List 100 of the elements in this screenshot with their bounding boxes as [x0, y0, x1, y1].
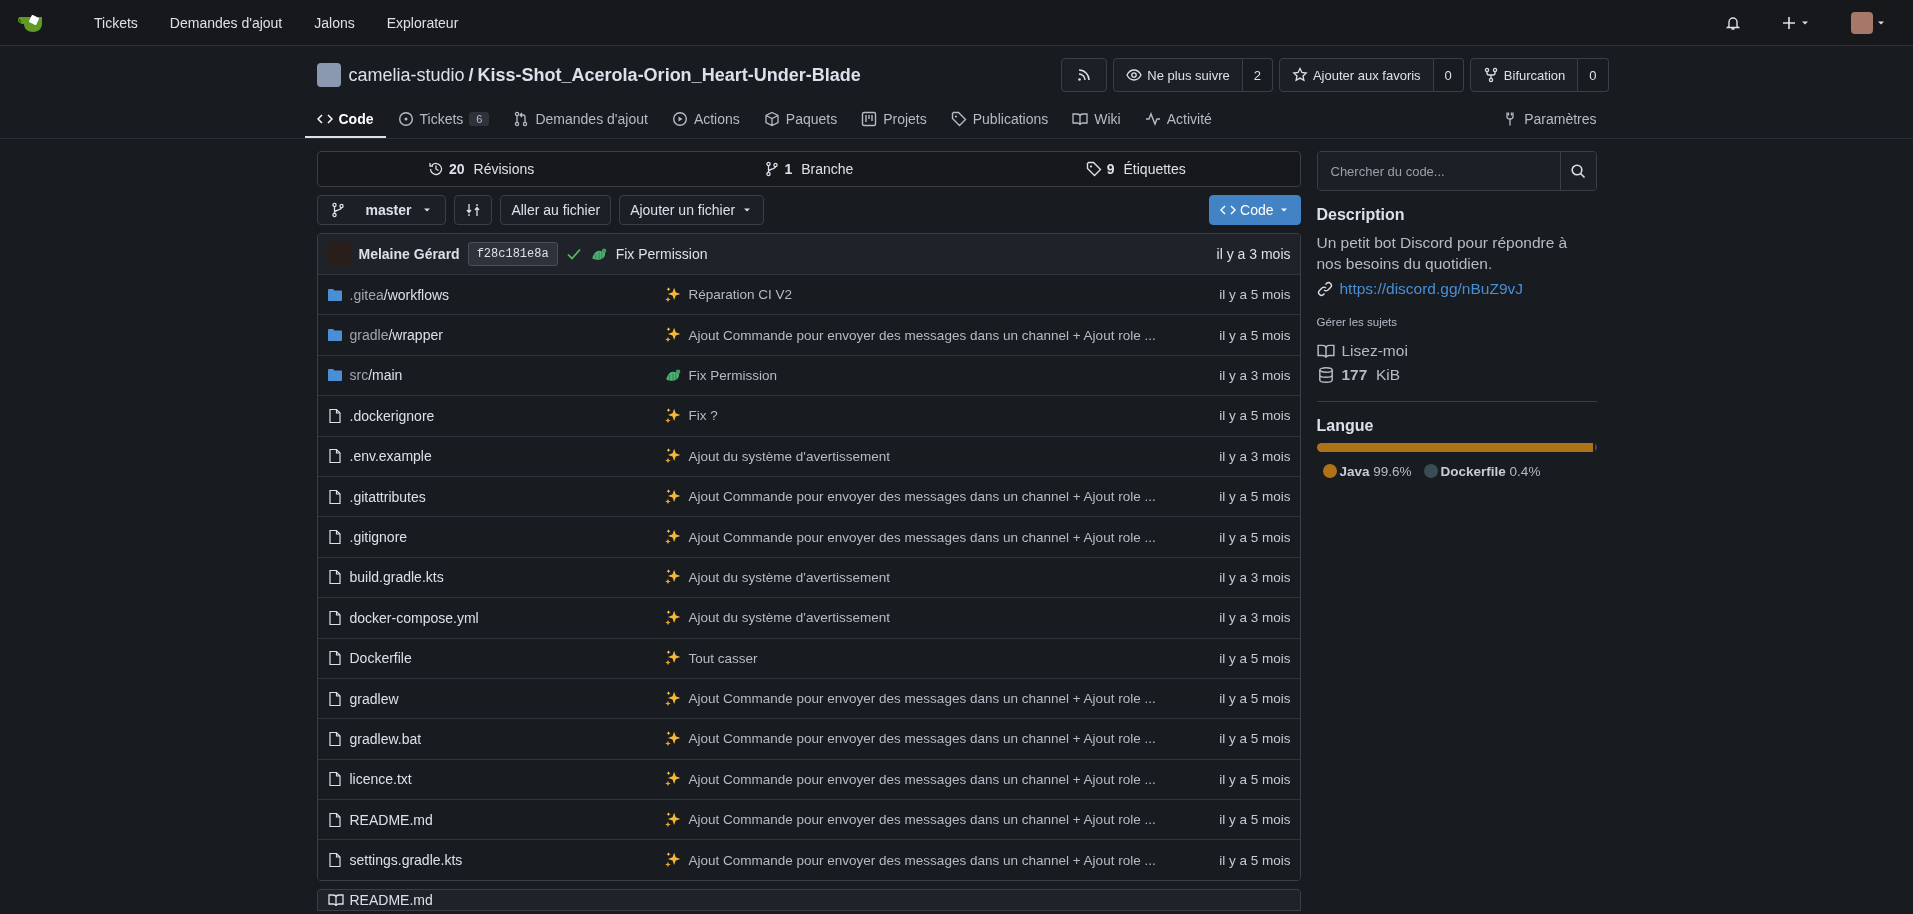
- language-name[interactable]: Java 99.6%: [1339, 463, 1412, 479]
- repo-tab[interactable]: Tickets 6: [385, 102, 502, 138]
- watch-button[interactable]: Ne plus suivre: [1113, 58, 1243, 92]
- repo-tab[interactable]: Paquets: [751, 102, 850, 138]
- commit-message-link[interactable]: Tout casser: [688, 650, 758, 666]
- star-count[interactable]: 0: [1433, 58, 1464, 92]
- manage-topics-link[interactable]: Gérer les sujets: [1316, 315, 1597, 328]
- file-link[interactable]: .gitattributes: [349, 488, 426, 505]
- file-link[interactable]: gradlew: [349, 690, 399, 707]
- branch-dropdown[interactable]: master: [316, 195, 447, 225]
- file-link[interactable]: Dockerfile: [349, 650, 412, 667]
- commit-message-link[interactable]: Réparation CI V2: [688, 287, 793, 303]
- plus-icon[interactable]: [1781, 14, 1797, 31]
- sparkles-icon: [663, 608, 682, 627]
- file-link[interactable]: build.gradle.kts: [349, 569, 444, 586]
- search-button[interactable]: [1559, 152, 1596, 190]
- code-clone-button[interactable]: Code: [1209, 195, 1301, 225]
- commit-time: il y a 5 mois: [1218, 731, 1291, 747]
- repo-stat-link[interactable]: 9 Étiquettes: [972, 161, 1300, 177]
- commit-time: il y a 5 mois: [1218, 489, 1291, 505]
- file-link[interactable]: settings.gradle.kts: [349, 852, 463, 869]
- commit-message-link[interactable]: Ajout Commande pour envoyer des messages dans un channel + Ajout role ...: [688, 691, 1156, 707]
- compare-button[interactable]: [454, 195, 493, 225]
- commit-message-link[interactable]: Ajout Commande pour envoyer des messages dans un channel + Ajout role ...: [688, 852, 1156, 868]
- folder-link[interactable]: gradle/wrapper: [349, 327, 443, 344]
- notification-bell-icon[interactable]: [1725, 14, 1741, 31]
- fork-count[interactable]: 0: [1578, 58, 1609, 92]
- commit-message-link[interactable]: Ajout Commande pour envoyer des messages dans un channel + Ajout role ...: [688, 529, 1156, 545]
- eye-icon: [1126, 67, 1143, 83]
- star-icon: [1291, 67, 1308, 83]
- file-link[interactable]: .env.example: [349, 448, 432, 465]
- repo-tab[interactable]: Paramètres: [1490, 102, 1609, 138]
- website-link[interactable]: https://discord.gg/nBuZ9vJ: [1339, 279, 1523, 298]
- commit-message-link[interactable]: Fix Permission: [688, 367, 777, 383]
- commit-message-link[interactable]: Fix Permission: [615, 246, 708, 262]
- nav-link[interactable]: Explorateur: [372, 6, 473, 39]
- commit-sha-label[interactable]: f28c181e8a: [467, 242, 558, 266]
- commit-message-link[interactable]: Ajout du système d'avertissement: [688, 569, 890, 585]
- commit-message-link[interactable]: Ajout Commande pour envoyer des messages dans un channel + Ajout role ...: [688, 327, 1156, 343]
- commit-time: il y a 5 mois: [1218, 852, 1291, 868]
- go-to-file-button[interactable]: Aller au fichier: [500, 195, 612, 225]
- readme-link[interactable]: Lisez-moi: [1341, 341, 1408, 360]
- commit-message-link[interactable]: Ajout Commande pour envoyer des messages dans un channel + Ajout role ...: [688, 731, 1156, 747]
- repo-tab[interactable]: Wiki: [1060, 102, 1133, 138]
- commit-message-link[interactable]: Ajout Commande pour envoyer des messages dans un channel + Ajout role ...: [688, 812, 1156, 828]
- file-icon: [326, 569, 343, 586]
- path-separator: /: [468, 64, 474, 86]
- folder-icon: [326, 286, 343, 303]
- commit-time: il y a 3 mois: [1218, 448, 1291, 464]
- file-link[interactable]: .dockerignore: [349, 407, 435, 424]
- code-search-field[interactable]: Chercher du code...: [1316, 151, 1597, 191]
- nav-link[interactable]: Tickets: [80, 6, 152, 39]
- compare-icon: [465, 202, 482, 218]
- repo-tab[interactable]: Code: [304, 102, 386, 138]
- commit-message-link[interactable]: Fix ?: [688, 408, 718, 424]
- file-link[interactable]: .gitignore: [349, 529, 408, 546]
- file-link[interactable]: licence.txt: [349, 771, 412, 788]
- commit-message-link[interactable]: Ajout du système d'avertissement: [688, 610, 890, 626]
- repo-tab[interactable]: Demandes d'ajout: [501, 102, 660, 138]
- file-icon: [326, 609, 343, 626]
- pull-request-icon: [513, 111, 530, 127]
- repo-tab[interactable]: Activité: [1132, 102, 1224, 138]
- file-icon: [326, 488, 343, 505]
- folder-icon: [326, 327, 343, 344]
- folder-link[interactable]: .gitea/workflows: [349, 286, 450, 303]
- file-icon: [326, 811, 343, 828]
- file-icon: [326, 650, 343, 667]
- nav-link[interactable]: Demandes d'ajout: [155, 6, 297, 39]
- commit-message-link[interactable]: Ajout du système d'avertissement: [688, 448, 890, 464]
- add-file-dropdown[interactable]: Ajouter un fichier: [619, 195, 765, 225]
- commit-message-link[interactable]: Ajout Commande pour envoyer des messages dans un channel + Ajout role ...: [688, 771, 1156, 787]
- rss-button[interactable]: [1061, 58, 1108, 92]
- commit-time: il y a 5 mois: [1218, 650, 1291, 666]
- commit-message-link[interactable]: Ajout Commande pour envoyer des messages dans un channel + Ajout role ...: [688, 489, 1156, 505]
- repo-name-link[interactable]: Kiss-Shot_Acerola-Orion_Heart-Under-Blade: [477, 64, 861, 86]
- tag-icon: [1085, 161, 1102, 177]
- commit-author[interactable]: Melaine Gérard: [358, 246, 460, 262]
- file-icon: [326, 529, 343, 546]
- repo-tab[interactable]: Projets: [849, 102, 939, 138]
- repo-owner-link[interactable]: camelia-studio: [348, 64, 465, 86]
- language-name[interactable]: Dockerfile 0.4%: [1440, 463, 1541, 479]
- fork-button[interactable]: Bifurcation: [1469, 58, 1579, 92]
- repo-tab[interactable]: Actions: [659, 102, 752, 138]
- watch-count[interactable]: 2: [1242, 58, 1273, 92]
- sparkles-icon: [663, 689, 682, 708]
- avatar-block[interactable]: [1851, 11, 1873, 34]
- repo-stat-link[interactable]: 1 Branche: [644, 161, 973, 177]
- repo-stat-link[interactable]: 20 Révisions: [317, 161, 645, 177]
- commit-time: il y a 5 mois: [1218, 408, 1291, 424]
- star-button[interactable]: Ajouter aux favoris: [1278, 58, 1434, 92]
- file-link[interactable]: docker-compose.yml: [349, 609, 479, 626]
- repo-tab[interactable]: Publications: [938, 102, 1061, 138]
- file-link[interactable]: gradlew.bat: [349, 731, 422, 747]
- package-icon: [763, 111, 780, 127]
- tag-icon: [950, 111, 967, 127]
- file-link[interactable]: README.md: [349, 811, 433, 828]
- nav-link[interactable]: Jalons: [300, 6, 369, 39]
- sparkles-icon: [663, 285, 682, 304]
- folder-link[interactable]: src/main: [349, 367, 403, 384]
- board-icon: [861, 111, 878, 127]
